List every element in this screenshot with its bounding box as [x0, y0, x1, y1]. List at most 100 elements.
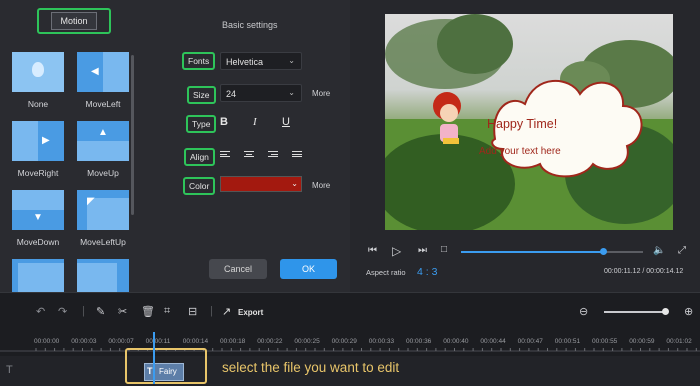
playhead[interactable] — [153, 332, 155, 384]
zoom-in-icon[interactable]: ⊕ — [684, 305, 693, 318]
bubble-title: Happy Time! — [487, 117, 558, 131]
video-preview[interactable]: Happy Time! Add your text here — [385, 14, 673, 230]
next-frame-icon[interactable]: ⏭ — [418, 245, 427, 256]
text-track-icon: T — [6, 364, 13, 376]
motion-scrollbar[interactable] — [131, 55, 134, 215]
export-icon[interactable]: ↗ — [222, 305, 231, 318]
play-icon[interactable]: ▷ — [392, 244, 401, 258]
underline-button[interactable]: U — [282, 116, 290, 128]
effect-movedown-thumb[interactable]: ▼ — [12, 190, 64, 230]
zoom-slider[interactable] — [604, 308, 669, 315]
effect-moveleftup-label: MoveLeftUp — [80, 237, 126, 247]
timeline-tick-label: 00:00:44 — [480, 338, 506, 345]
size-more-button[interactable]: More — [312, 89, 330, 98]
stop-icon[interactable]: □ — [441, 244, 447, 255]
timeline-tick-label: 00:00:00 — [34, 338, 60, 345]
effect-movedown-label: MoveDown — [16, 237, 60, 247]
hint-text: select the file you want to edit — [222, 360, 400, 375]
timeline-tick-label: 00:00:18 — [220, 338, 246, 345]
color-more-button[interactable]: More — [312, 181, 330, 190]
effect-moveleftup-thumb[interactable]: ◤ — [77, 190, 129, 230]
volume-icon[interactable]: 🔈 — [653, 245, 665, 256]
clip-label: Fairy — [159, 367, 177, 376]
tab-motion-label: Motion — [51, 12, 97, 30]
progress-fill — [461, 251, 603, 253]
timeline-clip[interactable]: T Fairy — [144, 363, 184, 381]
bubble-subtitle: Add your text here — [479, 146, 561, 157]
scissors-icon[interactable]: ✂ — [118, 305, 127, 318]
color-picker[interactable]: ⌄ — [220, 176, 302, 192]
timeline-tick-label: 00:00:40 — [443, 338, 469, 345]
chevron-down-icon: ⌄ — [288, 88, 295, 97]
fullscreen-icon[interactable]: ⤢ — [678, 245, 686, 256]
size-label: Size — [187, 86, 216, 104]
chevron-down-icon: ⌄ — [288, 56, 295, 65]
toolbar-divider-2: | — [210, 305, 213, 317]
timeline-tick-label: 00:00:36 — [406, 338, 432, 345]
fonts-label: Fonts — [182, 52, 216, 70]
effect-moveright-thumb[interactable]: ▶ — [12, 121, 64, 161]
timeline-tick-label: 00:01:02 — [666, 338, 692, 345]
bold-button[interactable]: B — [220, 116, 228, 128]
trash-icon[interactable]: 🗑 — [141, 305, 155, 318]
crop-icon[interactable]: ⌗ — [164, 305, 170, 318]
text-clip-icon: T — [147, 366, 153, 376]
zoom-slider-handle[interactable] — [662, 308, 669, 315]
progress-handle[interactable] — [599, 248, 607, 255]
motion-panel: Motion None ◀ MoveLeft ▶ MoveRight ▲ Mov… — [0, 0, 140, 292]
arrow-down-icon: ▼ — [33, 212, 43, 223]
font-select[interactable]: Helvetica ⌄ — [220, 52, 302, 70]
align-center-icon[interactable] — [244, 151, 254, 159]
playback-progress[interactable] — [461, 248, 643, 255]
align-justify-icon[interactable] — [292, 151, 302, 159]
arrow-left-icon: ◀ — [91, 66, 99, 77]
pencil-icon[interactable]: ✎ — [96, 305, 105, 318]
effect-thumb-8[interactable] — [77, 259, 129, 292]
size-select[interactable]: 24 ⌄ — [220, 84, 302, 102]
effect-none-thumb[interactable] — [12, 52, 64, 92]
effect-moveright-label: MoveRight — [17, 168, 59, 178]
ok-button[interactable]: OK — [280, 259, 337, 279]
arrow-up-left-icon: ◤ — [87, 196, 95, 207]
timeline-tick-label: 00:00:25 — [294, 338, 320, 345]
font-value: Helvetica — [226, 57, 264, 67]
split-icon[interactable]: ⊟ — [188, 305, 197, 318]
effect-thumb-7[interactable] — [12, 259, 64, 292]
effect-moveleft-label: MoveLeft — [85, 99, 121, 109]
timeline-tick-label: 00:00:11 — [145, 338, 171, 345]
italic-button[interactable]: I — [253, 116, 257, 128]
type-label: Type — [186, 115, 217, 133]
effect-moveup-thumb[interactable]: ▲ — [77, 121, 129, 161]
cancel-button[interactable]: Cancel — [209, 259, 267, 279]
timeline-tick-label: 00:00:47 — [517, 338, 543, 345]
timeline-tick-label: 00:00:03 — [71, 338, 97, 345]
export-button[interactable]: Export — [238, 308, 263, 317]
zoom-out-icon[interactable]: ⊖ — [579, 305, 588, 318]
timeline-tick-label: 00:00:51 — [554, 338, 581, 345]
effect-moveup-label: MoveUp — [87, 168, 119, 178]
undo-icon[interactable]: ↶ — [36, 305, 45, 318]
timeline-tick-label: 00:00:29 — [331, 338, 357, 345]
timeline-tick-label: 00:00:55 — [592, 338, 618, 345]
chevron-down-icon: ⌄ — [291, 179, 298, 188]
redo-icon[interactable]: ↷ — [58, 305, 67, 318]
timeline-tick-label: 00:00:07 — [108, 338, 134, 345]
align-left-icon[interactable] — [220, 151, 230, 159]
timeline-tick-label: 00:00:33 — [368, 338, 395, 345]
time-display: 00:00:11.12 / 00:00:14.12 — [604, 268, 684, 275]
effect-none-label: None — [27, 99, 49, 109]
aspect-ratio-value[interactable]: 4 : 3 — [417, 266, 437, 278]
tab-motion[interactable]: Motion — [37, 8, 111, 34]
toolbar-divider: | — [82, 305, 85, 317]
size-value: 24 — [226, 89, 237, 99]
align-right-icon[interactable] — [268, 151, 278, 159]
timeline-tick-label: 00:00:22 — [257, 338, 283, 345]
arrow-up-icon: ▲ — [98, 127, 108, 138]
color-label: Color — [183, 177, 216, 195]
previous-frame-icon[interactable]: ⏮ — [368, 245, 377, 256]
editor-window: Motion None ◀ MoveLeft ▶ MoveRight ▲ Mov… — [0, 0, 700, 386]
timeline-tick-label: 00:00:14 — [182, 338, 209, 345]
settings-title: Basic settings — [222, 20, 278, 30]
basic-settings-panel: Basic settings Fonts Helvetica ⌄ Size 24… — [140, 0, 350, 292]
effect-moveleft-thumb[interactable]: ◀ — [77, 52, 129, 92]
